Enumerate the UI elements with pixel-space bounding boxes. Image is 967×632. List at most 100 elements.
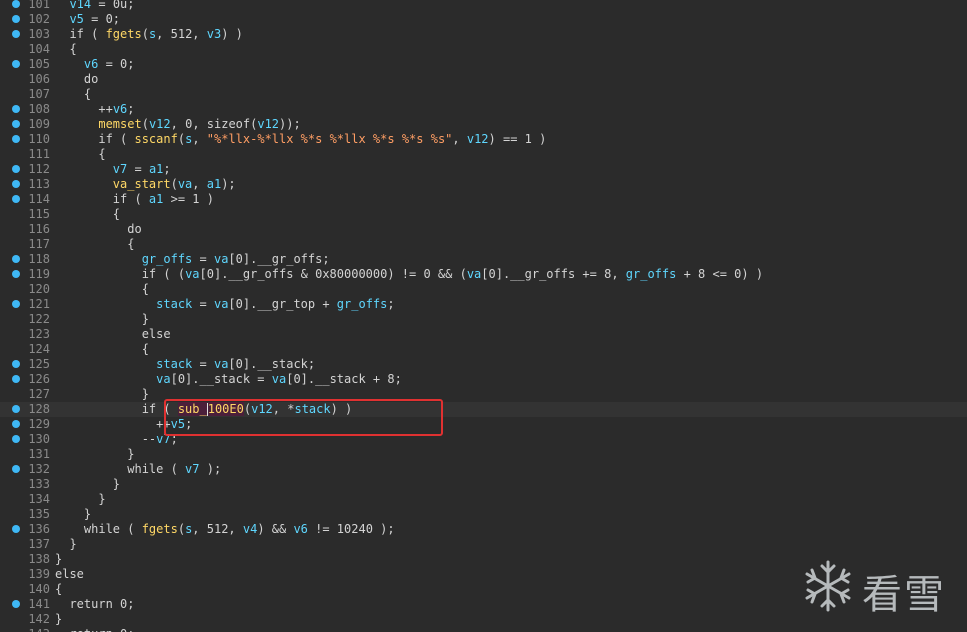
line-gutter[interactable]: 118 — [0, 252, 54, 267]
line-gutter[interactable]: 103 — [0, 27, 54, 42]
breakpoint-dot-icon[interactable] — [12, 525, 20, 533]
breakpoint-dot-icon[interactable] — [12, 105, 20, 113]
variable-token[interactable]: v12 — [149, 117, 171, 131]
line-gutter[interactable]: 102 — [0, 12, 54, 27]
line-gutter[interactable]: 142 — [0, 612, 54, 627]
line-gutter[interactable]: 113 — [0, 177, 54, 192]
variable-token[interactable]: v12 — [467, 132, 489, 146]
variable-token[interactable]: a1 — [207, 177, 221, 191]
function-token[interactable]: va_start — [113, 177, 171, 191]
code-line[interactable]: 102 v5 = 0; — [0, 12, 967, 27]
breakpoint-dot-icon[interactable] — [12, 420, 20, 428]
variable-token[interactable]: va — [467, 267, 481, 281]
line-gutter[interactable]: 119 — [0, 267, 54, 282]
code-line[interactable]: 108 ++v6; — [0, 102, 967, 117]
variable-token[interactable]: v14 — [69, 0, 91, 11]
line-gutter[interactable]: 101 — [0, 0, 54, 12]
variable-token[interactable]: v6 — [84, 57, 98, 71]
variable-token[interactable]: v5 — [69, 12, 83, 26]
code-line[interactable]: 128 if ( sub_100E0(v12, *stack) ) — [0, 402, 967, 417]
code-line[interactable]: 101 v14 = 0u; — [0, 0, 967, 12]
breakpoint-dot-icon[interactable] — [12, 360, 20, 368]
breakpoint-dot-icon[interactable] — [12, 30, 20, 38]
line-gutter[interactable]: 134 — [0, 492, 54, 507]
code-line[interactable]: 113 va_start(va, a1); — [0, 177, 967, 192]
line-gutter[interactable]: 107 — [0, 87, 54, 102]
code-line[interactable]: 114 if ( a1 >= 1 ) — [0, 192, 967, 207]
line-gutter[interactable]: 139 — [0, 567, 54, 582]
line-gutter[interactable]: 122 — [0, 312, 54, 327]
code-line[interactable]: 115 { — [0, 207, 967, 222]
code-line[interactable]: 136 while ( fgets(s, 512, v4) && v6 != 1… — [0, 522, 967, 537]
breakpoint-dot-icon[interactable] — [12, 15, 20, 23]
breakpoint-dot-icon[interactable] — [12, 135, 20, 143]
code-line[interactable]: 143 return 0; — [0, 627, 967, 632]
function-token[interactable]: fgets — [142, 522, 178, 536]
line-gutter[interactable]: 140 — [0, 582, 54, 597]
code-line[interactable]: 120 { — [0, 282, 967, 297]
line-gutter[interactable]: 124 — [0, 342, 54, 357]
code-line[interactable]: 135 } — [0, 507, 967, 522]
code-line[interactable]: 111 { — [0, 147, 967, 162]
code-line[interactable]: 124 { — [0, 342, 967, 357]
line-gutter[interactable]: 110 — [0, 132, 54, 147]
variable-token[interactable]: va — [178, 177, 192, 191]
breakpoint-dot-icon[interactable] — [12, 165, 20, 173]
code-line[interactable]: 105 v6 = 0; — [0, 57, 967, 72]
line-gutter[interactable]: 120 — [0, 282, 54, 297]
variable-token[interactable]: va — [214, 297, 228, 311]
line-gutter[interactable]: 104 — [0, 42, 54, 57]
line-gutter[interactable]: 132 — [0, 462, 54, 477]
breakpoint-dot-icon[interactable] — [12, 600, 20, 608]
breakpoint-dot-icon[interactable] — [12, 375, 20, 383]
breakpoint-dot-icon[interactable] — [12, 435, 20, 443]
code-line[interactable]: 122 } — [0, 312, 967, 327]
variable-token[interactable]: a1 — [149, 162, 163, 176]
breakpoint-dot-icon[interactable] — [12, 270, 20, 278]
code-line[interactable]: 117 { — [0, 237, 967, 252]
code-line[interactable]: 119 if ( (va[0].__gr_offs & 0x80000000) … — [0, 267, 967, 282]
code-line[interactable]: 133 } — [0, 477, 967, 492]
breakpoint-dot-icon[interactable] — [12, 195, 20, 203]
code-line[interactable]: 112 v7 = a1; — [0, 162, 967, 177]
breakpoint-dot-icon[interactable] — [12, 300, 20, 308]
code-line[interactable]: 106 do — [0, 72, 967, 87]
line-gutter[interactable]: 112 — [0, 162, 54, 177]
line-gutter[interactable]: 121 — [0, 297, 54, 312]
line-gutter[interactable]: 123 — [0, 327, 54, 342]
code-line[interactable]: 103 if ( fgets(s, 512, v3) ) — [0, 27, 967, 42]
code-line[interactable]: 134 } — [0, 492, 967, 507]
code-line[interactable]: 126 va[0].__stack = va[0].__stack + 8; — [0, 372, 967, 387]
variable-token[interactable]: v7 — [113, 162, 127, 176]
line-gutter[interactable]: 108 — [0, 102, 54, 117]
line-gutter[interactable]: 126 — [0, 372, 54, 387]
code-line[interactable]: 129 ++v5; — [0, 417, 967, 432]
variable-token[interactable]: stack — [156, 297, 192, 311]
code-line[interactable]: 116 do — [0, 222, 967, 237]
line-gutter[interactable]: 117 — [0, 237, 54, 252]
code-editor[interactable]: 101 v14 = 0u; 102 v5 = 0; 103 if ( fgets(s… — [0, 0, 967, 632]
line-gutter[interactable]: 115 — [0, 207, 54, 222]
line-gutter[interactable]: 128 — [0, 402, 54, 417]
line-gutter[interactable]: 125 — [0, 357, 54, 372]
code-line[interactable]: 110 if ( sscanf(s, "%*llx-%*llx %*s %*ll… — [0, 132, 967, 147]
line-gutter[interactable]: 127 — [0, 387, 54, 402]
line-gutter[interactable]: 109 — [0, 117, 54, 132]
code-line[interactable]: 118 gr_offs = va[0].__gr_offs; — [0, 252, 967, 267]
breakpoint-dot-icon[interactable] — [12, 60, 20, 68]
code-line[interactable]: 130 --v7; — [0, 432, 967, 447]
function-token[interactable]: sscanf — [134, 132, 177, 146]
line-gutter[interactable]: 136 — [0, 522, 54, 537]
breakpoint-dot-icon[interactable] — [12, 120, 20, 128]
variable-token[interactable]: v6 — [113, 102, 127, 116]
code-line[interactable]: 125 stack = va[0].__stack; — [0, 357, 967, 372]
code-line[interactable]: 127 } — [0, 387, 967, 402]
line-gutter[interactable]: 106 — [0, 72, 54, 87]
breakpoint-dot-icon[interactable] — [12, 405, 20, 413]
line-gutter[interactable]: 114 — [0, 192, 54, 207]
variable-token[interactable]: v12 — [257, 117, 279, 131]
variable-token[interactable]: gr_offs — [337, 297, 388, 311]
variable-token[interactable]: gr_offs — [142, 252, 193, 266]
variable-token[interactable]: va — [214, 252, 228, 266]
line-gutter[interactable]: 138 — [0, 552, 54, 567]
